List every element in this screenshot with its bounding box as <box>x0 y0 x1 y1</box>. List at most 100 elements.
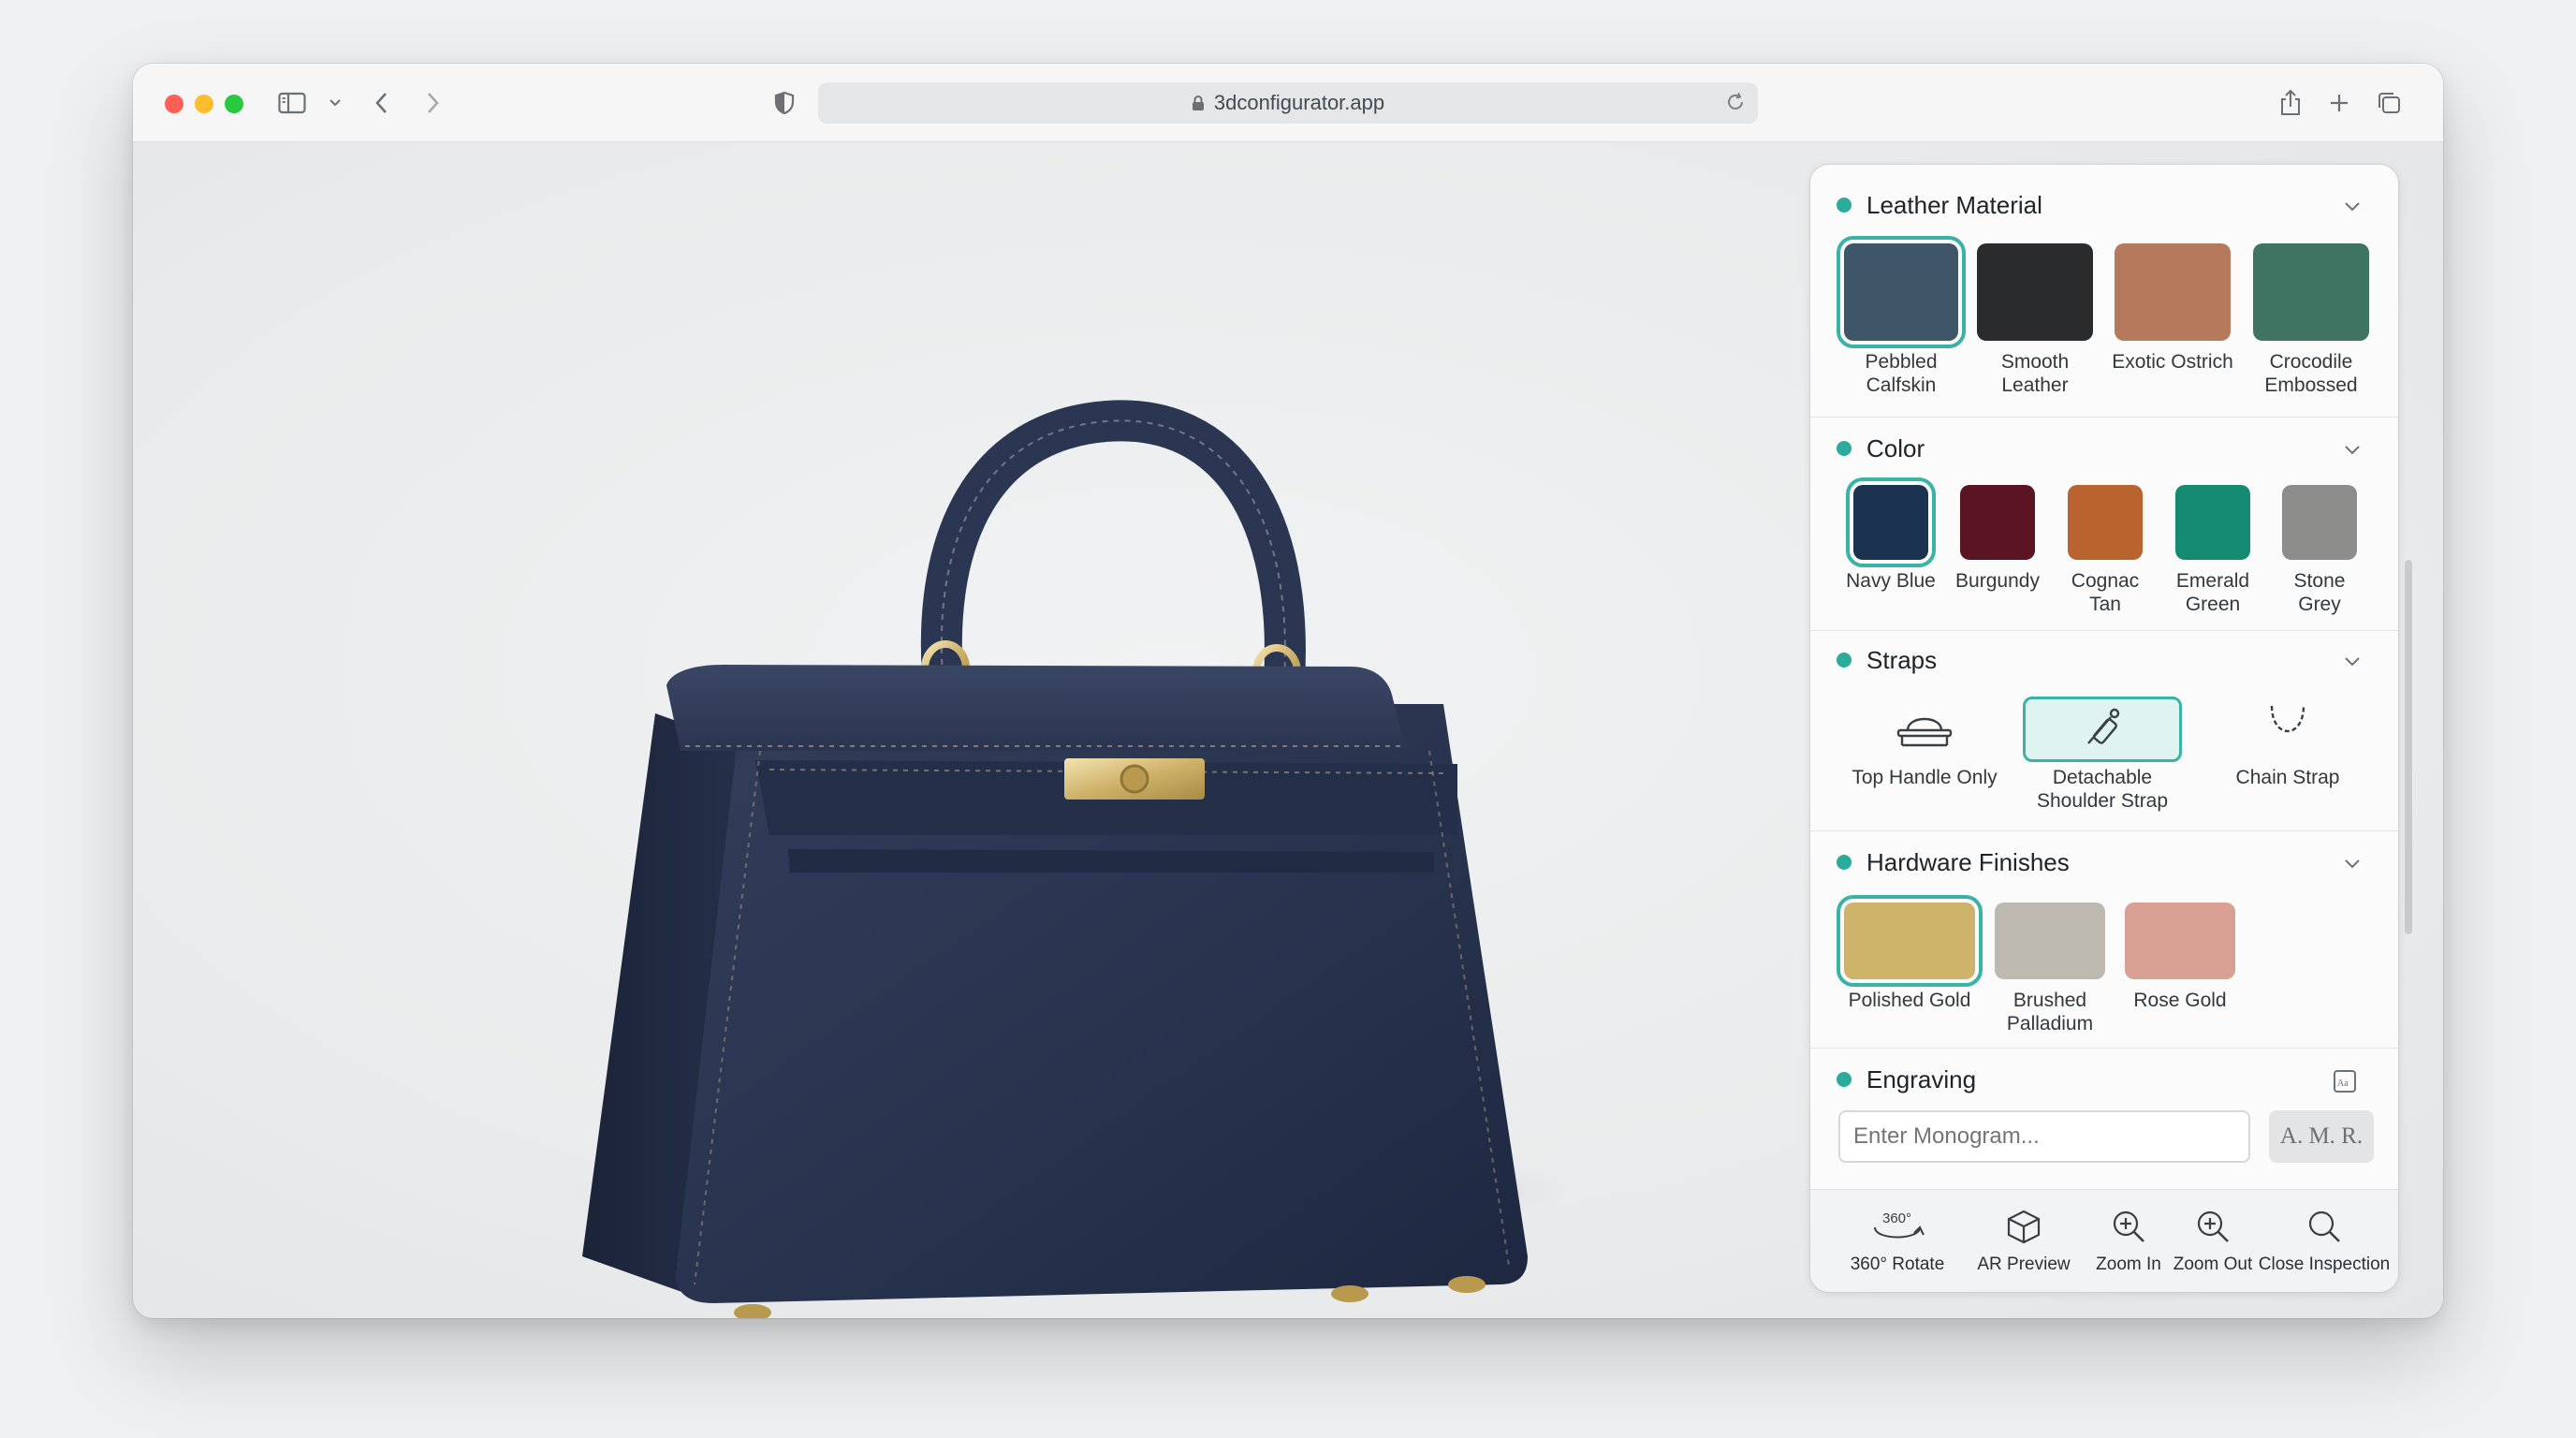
strap-option-label: Chain Strap <box>2235 767 2340 788</box>
zoom-out-label: Zoom Out <box>2173 1255 2253 1274</box>
hardware-option-label: Rose Gold <box>2133 990 2227 1011</box>
forward-arrow-icon[interactable] <box>421 84 444 122</box>
color-header[interactable]: Color <box>1837 434 1925 462</box>
shoulder-strap-icon <box>2023 697 2182 762</box>
close-inspection-button[interactable]: Close Inspection <box>2254 1209 2394 1275</box>
color-option-label: Burgundy <box>1955 570 2040 592</box>
new-tab-icon[interactable] <box>2325 84 2353 122</box>
leather-section: Leather Material Pebbled Calfskin Smooth… <box>1810 165 2398 418</box>
zoom-out-icon <box>2197 1211 2229 1242</box>
privacy-shield-icon[interactable] <box>771 84 798 122</box>
address-bar[interactable]: 3dconfigurator.app <box>818 82 1758 124</box>
hardware-option-rose-gold[interactable]: Rose Gold <box>2119 902 2241 1012</box>
zoom-out-button[interactable]: Zoom Out <box>2170 1209 2256 1275</box>
ar-preview-button[interactable]: AR Preview <box>1968 1209 2080 1275</box>
hardware-swatch <box>2125 902 2235 979</box>
leather-option-label: Crocodile Embossed <box>2264 351 2358 396</box>
browser-toolbar: 3dconfigurator.app <box>133 64 2443 142</box>
magnifier-icon <box>2308 1211 2340 1242</box>
color-swatch <box>1846 477 1936 567</box>
section-dot-icon <box>1837 653 1852 668</box>
color-swatch <box>2068 485 2143 560</box>
color-option-emerald-green[interactable]: Emerald Green <box>2166 485 2260 616</box>
zoom-in-button[interactable]: Zoom In <box>2086 1209 2172 1275</box>
color-option-label: Cognac Tan <box>2071 570 2140 615</box>
rotate-360-label: 360° Rotate <box>1850 1255 1945 1274</box>
monogram-input[interactable] <box>1838 1110 2250 1163</box>
section-dot-icon <box>1837 198 1852 213</box>
rotate-360-button[interactable]: 360° 360° Rotate <box>1827 1209 1968 1275</box>
sidebar-toggle-icon[interactable] <box>275 84 309 122</box>
monogram-preview: A. M. R. <box>2269 1110 2374 1163</box>
close-inspection-label: Close Inspection <box>2258 1255 2391 1274</box>
color-option-label: Navy Blue <box>1846 570 1936 592</box>
zoom-in-icon <box>2113 1211 2144 1242</box>
color-option-label: Emerald Green <box>2175 570 2250 615</box>
section-dot-icon <box>1837 441 1852 456</box>
straps-title: Straps <box>1866 645 1938 674</box>
color-section: Color Navy Blue Burgundy Cognac Tan Emer… <box>1810 418 2398 631</box>
hardware-title: Hardware Finishes <box>1866 847 2070 876</box>
lock-icon <box>1192 95 1205 111</box>
hardware-swatch <box>1995 902 2105 979</box>
engraving-title: Engraving <box>1866 1064 1977 1093</box>
leather-option-crocodile-embossed[interactable]: Crocodile Embossed <box>2243 243 2379 397</box>
leather-option-label: Smooth Leather <box>2000 351 2070 396</box>
engraving-preview-icon[interactable]: Aa <box>2333 1069 2357 1098</box>
leather-option-pebbled-calfskin[interactable]: Pebbled Calfskin <box>1837 236 1966 397</box>
minimize-window-button[interactable] <box>195 95 213 113</box>
hardware-swatch <box>1837 895 1983 987</box>
chevron-down-icon[interactable] <box>2344 655 2361 672</box>
hardware-option-label: Brushed Palladium <box>2006 990 2094 1034</box>
chevron-down-icon[interactable] <box>2344 200 2361 217</box>
strap-option-top-handle[interactable]: Top Handle Only <box>1844 697 2005 789</box>
leather-option-smooth-leather[interactable]: Smooth Leather <box>1971 243 2099 397</box>
chevron-down-icon[interactable] <box>2344 858 2361 874</box>
hardware-section: Hardware Finishes Polished Gold Brushed … <box>1810 831 2398 1049</box>
handbag-3d-model[interactable] <box>545 311 1649 1318</box>
reload-icon[interactable] <box>1724 91 1747 119</box>
hardware-option-brushed-palladium[interactable]: Brushed Palladium <box>1992 902 2108 1035</box>
strap-option-chain[interactable]: Chain Strap <box>2203 697 2372 789</box>
strap-option-detachable-shoulder[interactable]: Detachable Shoulder Strap <box>2020 697 2185 813</box>
color-option-navy-blue[interactable]: Navy Blue <box>1844 477 1938 593</box>
color-swatch <box>2282 485 2357 560</box>
strap-option-label: Top Handle Only <box>1852 767 1998 788</box>
chevron-down-icon[interactable] <box>2344 444 2361 461</box>
chevron-down-icon[interactable] <box>326 84 344 122</box>
color-option-burgundy[interactable]: Burgundy <box>1951 485 2044 593</box>
browser-window: 3dconfigurator.app Leather Material Pebb… <box>133 64 2443 1318</box>
engraving-header[interactable]: Engraving <box>1837 1065 1976 1093</box>
leather-swatch <box>1837 236 1966 348</box>
share-icon[interactable] <box>2276 84 2305 122</box>
color-swatch <box>2175 485 2250 560</box>
back-arrow-icon[interactable] <box>371 84 393 122</box>
close-window-button[interactable] <box>165 95 183 113</box>
top-handle-icon <box>1845 697 2004 762</box>
leather-option-exotic-ostrich[interactable]: Exotic Ostrich <box>2102 243 2243 374</box>
color-option-cognac-tan[interactable]: Cognac Tan <box>2058 485 2152 616</box>
leather-swatch <box>2253 243 2369 341</box>
url-text: 3dconfigurator.app <box>1213 91 1385 114</box>
color-title: Color <box>1866 433 1925 462</box>
tab-overview-icon[interactable] <box>2374 84 2404 122</box>
leather-header[interactable]: Leather Material <box>1837 191 2042 219</box>
section-dot-icon <box>1837 855 1852 870</box>
section-dot-icon <box>1837 1072 1852 1087</box>
color-option-stone-grey[interactable]: Stone Grey <box>2273 485 2366 616</box>
view-controls-bar: 360° 360° Rotate AR Preview Zoom In Zoom… <box>1810 1189 2398 1292</box>
leather-option-label: Exotic Ostrich <box>2112 351 2233 373</box>
ar-preview-label: AR Preview <box>1977 1255 2071 1274</box>
strap-option-label: Detachable Shoulder Strap <box>2036 767 2169 812</box>
svg-text:Aa: Aa <box>2337 1078 2349 1089</box>
hardware-option-polished-gold[interactable]: Polished Gold <box>1835 895 1984 1012</box>
leather-swatch <box>2115 243 2231 341</box>
ar-cube-icon <box>2007 1210 2041 1244</box>
configurator-panel: Leather Material Pebbled Calfskin Smooth… <box>1810 165 2398 1292</box>
zoom-window-button[interactable] <box>225 95 243 113</box>
zoom-in-label: Zoom In <box>2096 1255 2161 1274</box>
hardware-header[interactable]: Hardware Finishes <box>1837 848 2070 876</box>
straps-header[interactable]: Straps <box>1837 646 1937 674</box>
panel-scrollbar[interactable] <box>2405 560 2412 934</box>
color-option-label: Stone Grey <box>2293 570 2346 615</box>
